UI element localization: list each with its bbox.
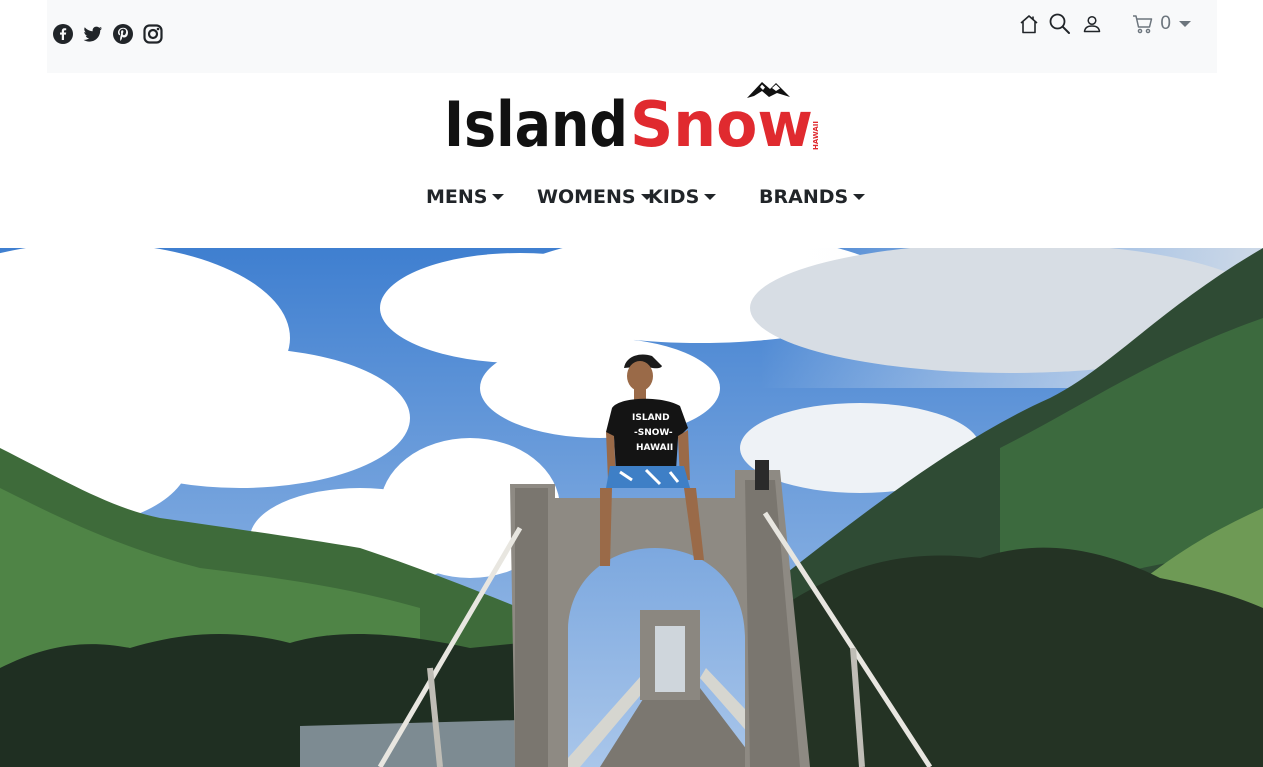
nav-womens[interactable]: WOMENS [537, 186, 653, 208]
utility-nav: 0 [1018, 12, 1191, 36]
nav-womens-label: WOMENS [537, 186, 636, 208]
chevron-down-icon [492, 194, 505, 200]
instagram-icon[interactable] [143, 24, 163, 44]
hero-shirt-line-2: -SNOW- [634, 428, 673, 438]
cart-icon [1133, 15, 1153, 34]
hero-image: ISLAND -SNOW- HAWAII [0, 248, 1263, 767]
nav-kids-label: KIDS [648, 186, 700, 208]
social-links [53, 24, 163, 44]
nav-mens-label: MENS [426, 186, 488, 208]
facebook-icon[interactable] [53, 24, 73, 44]
user-icon[interactable] [1082, 14, 1102, 34]
cart-count: 0 [1160, 13, 1171, 34]
nav-mens[interactable]: MENS [426, 186, 505, 208]
chevron-down-icon [704, 194, 717, 200]
search-icon[interactable] [1048, 12, 1072, 36]
nav-brands-label: BRANDS [759, 186, 849, 208]
logo-text-island: Island [444, 88, 628, 152]
top-bar: 0 [47, 0, 1217, 73]
twitter-icon[interactable] [83, 24, 103, 44]
logo-hawaii-tag: HAWAII [812, 121, 820, 150]
hero-shirt-line-3: HAWAII [636, 443, 673, 453]
hero-shirt-line-1: ISLAND [632, 413, 670, 423]
nav-brands[interactable]: BRANDS [759, 186, 866, 208]
nav-kids[interactable]: KIDS [648, 186, 717, 208]
chevron-down-icon [853, 194, 866, 200]
island-snow-logo[interactable]: Island Snow HAWAII [444, 78, 824, 152]
hero-banner[interactable]: ISLAND -SNOW- HAWAII [0, 248, 1263, 767]
main-nav: MENS WOMENS KIDS BRANDS [0, 186, 1263, 214]
logo-text-snow: Snow [630, 88, 813, 152]
pinterest-icon[interactable] [113, 24, 133, 44]
chevron-down-icon [1179, 21, 1191, 27]
home-icon[interactable] [1018, 13, 1040, 35]
cart-dropdown[interactable]: 0 [1132, 13, 1191, 35]
